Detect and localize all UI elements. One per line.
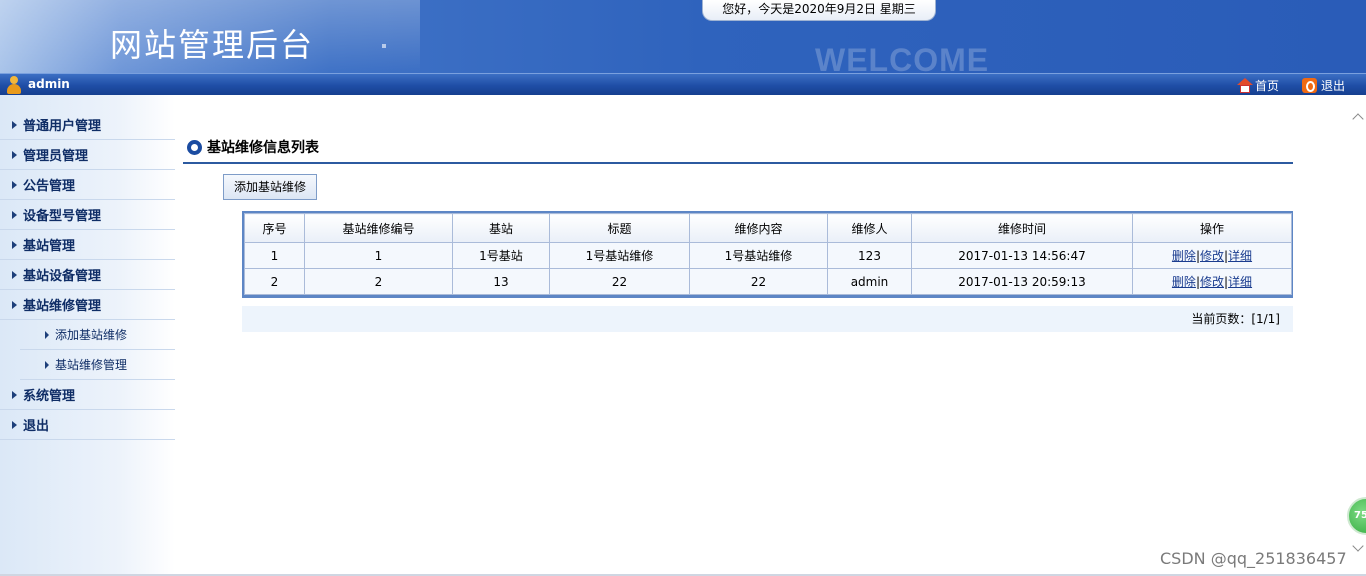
sidebar-subitem-manage-repairs[interactable]: 基站维修管理 [20, 350, 175, 380]
col-header-title: 标题 [549, 213, 690, 243]
table-header-row: 序号 基站维修编号 基站 标题 维修内容 维修人 维修时间 操作 [244, 213, 1292, 243]
edit-link[interactable]: 修改 [1200, 249, 1224, 263]
sidebar-subitem-add-repair[interactable]: 添加基站维修 [20, 320, 175, 350]
col-header-repair-id: 基站维修编号 [304, 213, 453, 243]
sidebar-item-notices[interactable]: 公告管理 [0, 170, 175, 200]
section-title-text: 基站维修信息列表 [207, 140, 319, 156]
site-title: 网站管理后台 [110, 26, 315, 64]
cell-time: 2017-01-13 20:59:13 [911, 268, 1133, 295]
triangle-right-icon [12, 210, 17, 219]
triangle-right-icon [12, 150, 17, 159]
sidebar-item-device-models[interactable]: 设备型号管理 [0, 200, 175, 230]
home-link[interactable]: 首页 [1237, 76, 1279, 94]
home-label: 首页 [1255, 78, 1280, 93]
delete-link[interactable]: 删除 [1172, 275, 1196, 289]
sidebar-item-system[interactable]: 系统管理 [0, 380, 175, 410]
pager: 当前页数：[1/1] [242, 306, 1293, 332]
sidebar-item-stations[interactable]: 基站管理 [0, 230, 175, 260]
username: admin [28, 77, 70, 91]
cell-index: 1 [244, 242, 305, 269]
edit-link[interactable]: 修改 [1200, 275, 1224, 289]
triangle-right-icon [12, 270, 17, 279]
logout-link[interactable]: 退出 [1302, 76, 1345, 94]
user-bar: admin 首页 退出 [0, 73, 1366, 95]
cell-time: 2017-01-13 14:56:47 [911, 242, 1133, 269]
triangle-right-icon [45, 330, 49, 339]
csdn-watermark: CSDN @qq_251836457 [1160, 549, 1347, 568]
cell-repairer: 123 [827, 242, 912, 269]
cell-repair-id: 1 [304, 242, 453, 269]
scroll-down-arrow-icon[interactable] [1352, 542, 1364, 554]
triangle-right-icon [12, 420, 17, 429]
section-title: 基站维修信息列表 [187, 137, 319, 157]
triangle-right-icon [45, 360, 49, 369]
sidebar-item-admins[interactable]: 管理员管理 [0, 140, 175, 170]
cell-actions: 删除|修改|详细 [1132, 242, 1292, 269]
table-row: 1 1 1号基站 1号基站维修 1号基站维修 123 2017-01-13 14… [244, 242, 1292, 269]
col-header-content: 维修内容 [689, 213, 828, 243]
cell-repairer: admin [827, 268, 912, 295]
float-badge[interactable]: 75 [1347, 497, 1366, 535]
cell-station: 1号基站 [452, 242, 550, 269]
logout-label: 退出 [1321, 78, 1346, 93]
sidebar-item-station-devices[interactable]: 基站设备管理 [0, 260, 175, 290]
cell-station: 13 [452, 268, 550, 295]
welcome-watermark: WELCOME [815, 42, 990, 73]
triangle-right-icon [12, 300, 17, 309]
table-row: 2 2 13 22 22 admin 2017-01-13 20:59:13 删… [244, 268, 1292, 295]
col-header-station: 基站 [452, 213, 550, 243]
scroll-up-arrow-icon[interactable] [1352, 112, 1364, 124]
circle-bullet-icon [187, 139, 202, 155]
header-dot [382, 44, 386, 48]
cell-title: 1号基站维修 [549, 242, 690, 269]
cell-index: 2 [244, 268, 305, 295]
header-banner: 网站管理后台 WELCOME 您好，今天是2020年9月2日 星期三 [0, 0, 1366, 73]
sidebar-item-users[interactable]: 普通用户管理 [0, 110, 175, 140]
power-icon [1302, 77, 1317, 93]
detail-link[interactable]: 详细 [1228, 249, 1252, 263]
triangle-right-icon [12, 240, 17, 249]
triangle-right-icon [12, 120, 17, 129]
col-header-repairer: 维修人 [827, 213, 912, 243]
cell-content: 1号基站维修 [689, 242, 828, 269]
cell-content: 22 [689, 268, 828, 295]
col-header-actions: 操作 [1132, 213, 1292, 243]
delete-link[interactable]: 删除 [1172, 249, 1196, 263]
title-divider [183, 162, 1293, 164]
user-icon [7, 76, 21, 94]
detail-link[interactable]: 详细 [1228, 275, 1252, 289]
cell-title: 22 [549, 268, 690, 295]
triangle-right-icon [12, 390, 17, 399]
triangle-right-icon [12, 180, 17, 189]
home-icon [1237, 77, 1253, 93]
date-greeting: 您好，今天是2020年9月2日 星期三 [702, 0, 936, 21]
sidebar-item-station-repairs[interactable]: 基站维修管理 [0, 290, 175, 320]
cell-actions: 删除|修改|详细 [1132, 268, 1292, 295]
repair-table: 序号 基站维修编号 基站 标题 维修内容 维修人 维修时间 操作 1 1 1号基… [242, 211, 1293, 298]
sidebar-item-logout[interactable]: 退出 [0, 410, 175, 440]
col-header-time: 维修时间 [911, 213, 1133, 243]
add-repair-button[interactable]: 添加基站维修 [223, 174, 317, 200]
col-header-index: 序号 [244, 213, 305, 243]
sidebar: 普通用户管理 管理员管理 公告管理 设备型号管理 基站管理 基站设备管理 基站维… [0, 95, 175, 576]
cell-repair-id: 2 [304, 268, 453, 295]
